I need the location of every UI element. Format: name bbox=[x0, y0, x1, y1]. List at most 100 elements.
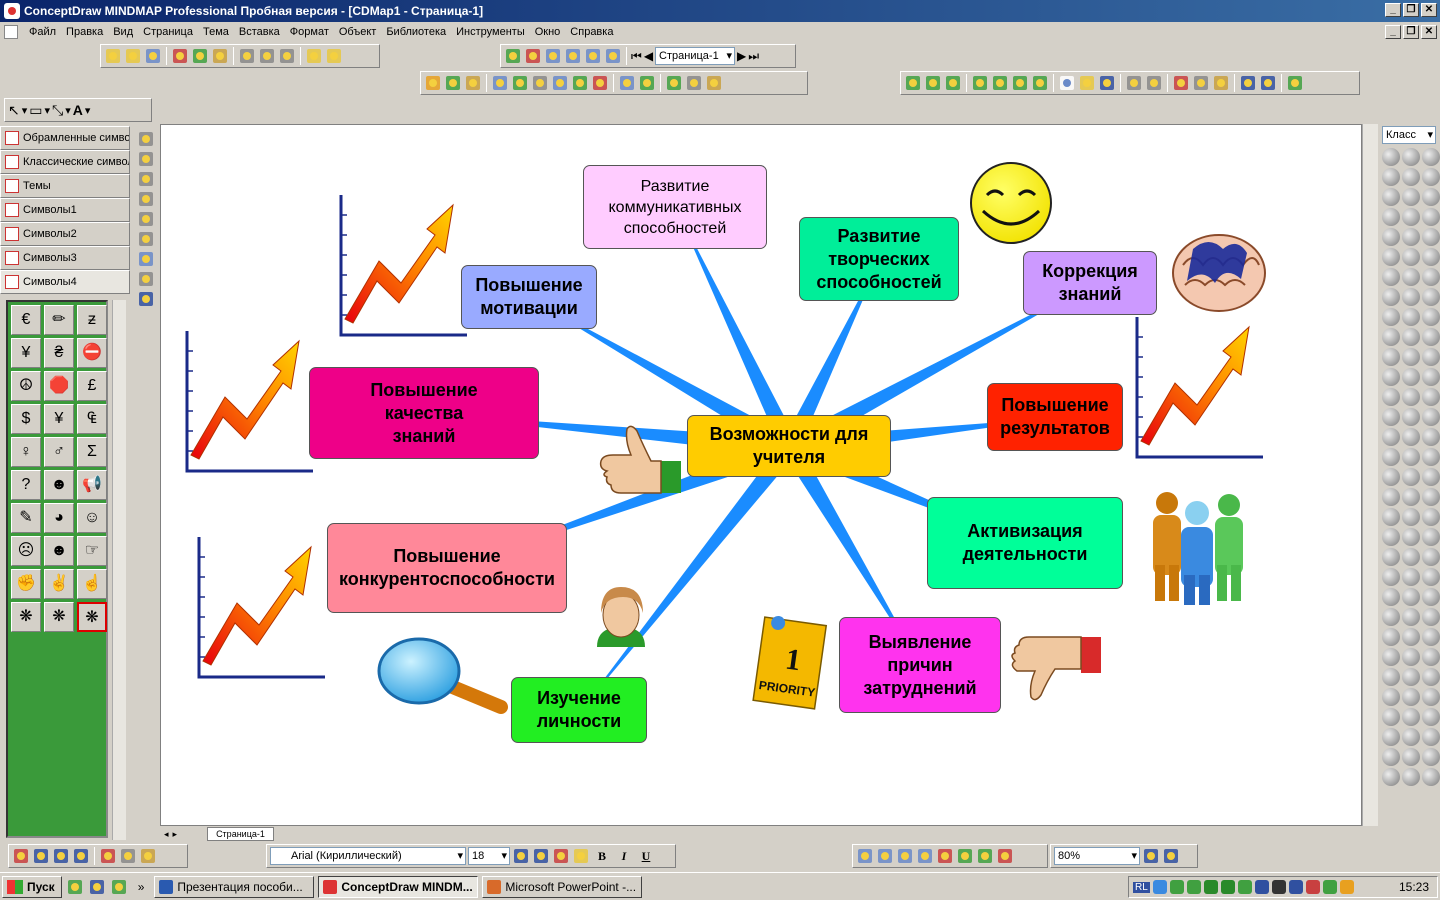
restore-button[interactable]: ❐ bbox=[1403, 3, 1419, 17]
menu-edit[interactable]: Правка bbox=[61, 22, 108, 42]
symbol-27-icon[interactable] bbox=[1422, 308, 1440, 326]
symbol-3-icon[interactable] bbox=[1422, 148, 1440, 166]
euro-icon[interactable]: € bbox=[11, 305, 41, 335]
symbol-69-icon[interactable] bbox=[1422, 588, 1440, 606]
male-icon[interactable]: ♂ bbox=[44, 437, 74, 467]
insert-topic-icon[interactable] bbox=[904, 74, 922, 92]
tray-app7-icon[interactable] bbox=[1271, 880, 1286, 894]
symbol-88-icon[interactable] bbox=[1382, 728, 1400, 746]
symbol-92-icon[interactable] bbox=[1402, 748, 1420, 766]
tag-icon[interactable] bbox=[511, 74, 529, 92]
central-topic[interactable]: Возможности для учителя bbox=[687, 415, 891, 477]
symbol-64-icon[interactable] bbox=[1382, 568, 1400, 586]
topic-spacing-icon[interactable] bbox=[896, 847, 914, 865]
growth-chart-1[interactable] bbox=[339, 195, 467, 337]
stop-sign-icon[interactable]: 🛑 bbox=[44, 371, 74, 401]
library-tab-classic-symbols[interactable]: Классические символы bbox=[0, 150, 130, 174]
symbol-4-icon[interactable] bbox=[1382, 168, 1400, 186]
prev-page-icon[interactable]: ◀ bbox=[644, 49, 653, 63]
topic-difficulties[interactable]: Выявление причин затруднений bbox=[839, 617, 1001, 713]
symbol-43-icon[interactable] bbox=[1382, 428, 1400, 446]
pen-icon[interactable] bbox=[424, 74, 442, 92]
topic-knowledge-quality[interactable]: Повышение качества знаний bbox=[309, 367, 539, 459]
symbol-20-icon[interactable] bbox=[1402, 268, 1420, 286]
symbol-6-icon[interactable] bbox=[1422, 168, 1440, 186]
tray-app4-icon[interactable] bbox=[1220, 880, 1235, 894]
line-style-icon[interactable] bbox=[52, 847, 70, 865]
symbol-79-icon[interactable] bbox=[1382, 668, 1400, 686]
scroll-left-icon[interactable]: ◂ bbox=[160, 829, 173, 840]
symbol-66-icon[interactable] bbox=[1422, 568, 1440, 586]
symbol-65-icon[interactable] bbox=[1402, 568, 1420, 586]
line-ends-icon[interactable] bbox=[72, 847, 90, 865]
people-group-clipart[interactable] bbox=[1153, 492, 1243, 605]
symbol-44-icon[interactable] bbox=[1402, 428, 1420, 446]
symbol-11-icon[interactable] bbox=[1402, 208, 1420, 226]
symbol-18-icon[interactable] bbox=[1422, 248, 1440, 266]
save-icon[interactable] bbox=[1098, 74, 1116, 92]
symbol-53-icon[interactable] bbox=[1402, 488, 1420, 506]
symbol-5-icon[interactable] bbox=[1402, 168, 1420, 186]
symbol-35-icon[interactable] bbox=[1402, 368, 1420, 386]
connector-dropdown-icon[interactable]: ▾ bbox=[65, 104, 71, 117]
pacman-icon[interactable]: ◕ bbox=[44, 503, 74, 533]
dollar-swirl-icon[interactable]: ✏ bbox=[44, 305, 74, 335]
tray-app1-icon[interactable] bbox=[1169, 880, 1184, 894]
brain2-icon[interactable]: ❋ bbox=[44, 602, 74, 632]
language-indicator[interactable]: RL bbox=[1133, 881, 1150, 893]
bold-button[interactable]: B bbox=[592, 847, 612, 865]
topic-competitiveness[interactable]: Повышение конкурентоспособности bbox=[327, 523, 567, 613]
symbol-8-icon[interactable] bbox=[1402, 188, 1420, 206]
page-select[interactable]: Страница-1 bbox=[655, 47, 736, 65]
flip-vertical-icon[interactable] bbox=[137, 170, 153, 186]
symbol-13-icon[interactable] bbox=[1382, 228, 1400, 246]
symbol-7-icon[interactable] bbox=[1382, 188, 1400, 206]
symbol-47-icon[interactable] bbox=[1402, 448, 1420, 466]
symbol-32-icon[interactable] bbox=[1402, 348, 1420, 366]
relation-icon[interactable] bbox=[571, 74, 589, 92]
promote-icon[interactable] bbox=[1011, 74, 1029, 92]
yen-symbol-icon[interactable]: ƶ bbox=[77, 305, 107, 335]
page-tab[interactable]: Страница-1 bbox=[207, 827, 274, 841]
menu-page[interactable]: Страница bbox=[138, 22, 198, 42]
task-conceptdraw[interactable]: ConceptDraw MINDM... bbox=[318, 875, 479, 898]
task-powerpoint[interactable]: Microsoft PowerPoint -... bbox=[482, 875, 643, 898]
symbol-77-icon[interactable] bbox=[1402, 648, 1420, 666]
topic-creativity[interactable]: Развитие творческих способностей bbox=[799, 217, 959, 301]
sigma-icon[interactable]: Σ bbox=[77, 437, 107, 467]
person-icon[interactable]: ☻ bbox=[44, 470, 74, 500]
symbol-52-icon[interactable] bbox=[1382, 488, 1400, 506]
symbol-49-icon[interactable] bbox=[1382, 468, 1400, 486]
tray-app9-icon[interactable] bbox=[1305, 880, 1320, 894]
smiley-icon[interactable]: ☺ bbox=[77, 503, 107, 533]
insert-sibling-icon[interactable] bbox=[924, 74, 942, 92]
fist-icon[interactable]: ✊ bbox=[11, 569, 41, 599]
underline-button[interactable]: U bbox=[636, 847, 656, 865]
brain3-icon[interactable]: ❋ bbox=[77, 602, 107, 632]
text-dropdown-icon[interactable]: ▾ bbox=[85, 104, 91, 117]
shadow-icon[interactable] bbox=[119, 847, 137, 865]
symbol-86-icon[interactable] bbox=[1402, 708, 1420, 726]
female-icon[interactable]: ♀ bbox=[11, 437, 41, 467]
calendar-icon[interactable] bbox=[936, 847, 954, 865]
symbol-41-icon[interactable] bbox=[1402, 408, 1420, 426]
flip-horizontal-icon[interactable] bbox=[137, 190, 153, 206]
symbol-94-icon[interactable] bbox=[1382, 768, 1400, 786]
symbol-60-icon[interactable] bbox=[1422, 528, 1440, 546]
priority-clipart[interactable]: 1 PRIORITY bbox=[752, 614, 828, 710]
tray-network-icon[interactable] bbox=[1152, 880, 1167, 894]
new-topic-icon[interactable] bbox=[104, 47, 122, 65]
menu-window[interactable]: Окно bbox=[530, 22, 566, 42]
symbol-83-icon[interactable] bbox=[1402, 688, 1420, 706]
connect-icon[interactable] bbox=[685, 74, 703, 92]
question-head-icon[interactable]: ? bbox=[11, 470, 41, 500]
cut-icon[interactable] bbox=[1172, 74, 1190, 92]
symbol-91-icon[interactable] bbox=[1382, 748, 1400, 766]
print-preview-icon[interactable] bbox=[1145, 74, 1163, 92]
symbol-39-icon[interactable] bbox=[1422, 388, 1440, 406]
symbol-78-icon[interactable] bbox=[1422, 648, 1440, 666]
menu-view[interactable]: Вид bbox=[108, 22, 138, 42]
map-canvas[interactable]: 1 PRIORITY Возможности для учителя Разви… bbox=[160, 124, 1362, 826]
menu-file[interactable]: Файл bbox=[24, 22, 61, 42]
symbol-76-icon[interactable] bbox=[1382, 648, 1400, 666]
